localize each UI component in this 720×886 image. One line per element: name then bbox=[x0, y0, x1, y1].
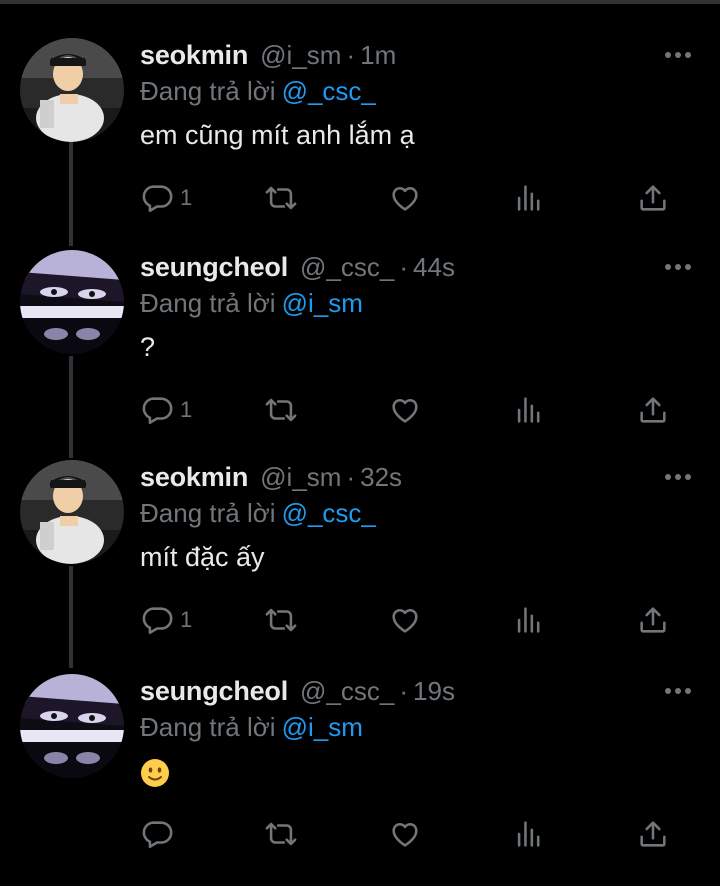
retweet-icon bbox=[265, 398, 297, 422]
author-name[interactable]: seokmin bbox=[140, 462, 248, 493]
tweet-header: seungcheol @_csc_ · 44s bbox=[140, 252, 455, 286]
retweet-icon bbox=[265, 608, 297, 632]
more-icon[interactable] bbox=[664, 684, 692, 696]
like-button[interactable] bbox=[388, 390, 422, 430]
tweet-actions: 1 bbox=[140, 178, 680, 218]
author-handle[interactable]: @_csc_ bbox=[300, 676, 394, 707]
share-button[interactable] bbox=[636, 814, 670, 854]
separator-dot: · bbox=[346, 40, 356, 70]
share-icon bbox=[640, 607, 666, 633]
views-button[interactable] bbox=[512, 814, 546, 854]
like-button[interactable] bbox=[388, 814, 422, 854]
reply-button[interactable] bbox=[140, 814, 180, 854]
views-button[interactable] bbox=[512, 178, 546, 218]
retweet-button[interactable] bbox=[264, 814, 298, 854]
share-button[interactable] bbox=[636, 390, 670, 430]
tweet[interactable]: seokmin @i_sm · 1m Đang trả lời @_csc_ em… bbox=[0, 38, 720, 250]
separator-dot: · bbox=[399, 252, 409, 282]
views-button[interactable] bbox=[512, 390, 546, 430]
author-name[interactable]: seungcheol bbox=[140, 676, 288, 707]
author-handle[interactable]: @_csc_ bbox=[300, 252, 394, 283]
retweet-button[interactable] bbox=[264, 390, 298, 430]
heart-icon bbox=[392, 822, 418, 847]
tweet-text: ? bbox=[140, 332, 156, 362]
seokmin-avatar[interactable] bbox=[20, 38, 124, 142]
retweet-button[interactable] bbox=[264, 178, 298, 218]
replying-to-label: Đang trả lời bbox=[140, 288, 276, 318]
replying-to: Đang trả lời @_csc_ bbox=[140, 76, 376, 107]
retweet-icon bbox=[265, 822, 297, 846]
reply-button[interactable]: 1 bbox=[140, 178, 192, 218]
reply-mention-link[interactable]: @i_sm bbox=[282, 288, 363, 318]
seokmin-avatar[interactable] bbox=[20, 460, 124, 564]
tweet-header: seokmin @i_sm · 1m bbox=[140, 40, 396, 74]
replying-to: Đang trả lời @i_sm bbox=[140, 712, 363, 743]
views-button[interactable] bbox=[512, 600, 546, 640]
share-icon bbox=[640, 821, 666, 847]
retweet-icon bbox=[265, 186, 297, 210]
timestamp[interactable]: 1m bbox=[360, 40, 396, 71]
replying-to-label: Đang trả lời bbox=[140, 712, 276, 742]
heart-icon bbox=[392, 398, 418, 423]
views-icon bbox=[517, 397, 540, 423]
seungcheol-avatar[interactable] bbox=[20, 674, 124, 778]
tweet-text: em cũng mít anh lắm ạ bbox=[140, 120, 415, 150]
share-button[interactable] bbox=[636, 178, 670, 218]
reply-icon bbox=[142, 185, 173, 213]
reply-icon bbox=[142, 821, 173, 849]
reply-mention-link[interactable]: @_csc_ bbox=[282, 76, 376, 106]
author-name[interactable]: seungcheol bbox=[140, 252, 288, 283]
tweet-actions bbox=[140, 814, 680, 854]
author-handle[interactable]: @i_sm bbox=[260, 462, 341, 493]
timestamp[interactable]: 44s bbox=[413, 252, 455, 283]
more-icon[interactable] bbox=[664, 48, 692, 60]
heart-icon bbox=[392, 186, 418, 211]
tweet-text: mít đặc ấy bbox=[140, 542, 265, 572]
reply-button[interactable]: 1 bbox=[140, 390, 192, 430]
seungcheol-avatar[interactable] bbox=[20, 250, 124, 354]
replying-to: Đang trả lời @_csc_ bbox=[140, 498, 376, 529]
views-icon bbox=[517, 607, 540, 633]
share-button[interactable] bbox=[636, 600, 670, 640]
tweet-actions: 1 bbox=[140, 600, 680, 640]
share-icon bbox=[640, 185, 666, 211]
tweet[interactable]: seungcheol @_csc_ · 44s Đang trả lời @i_s… bbox=[0, 250, 720, 462]
like-button[interactable] bbox=[388, 178, 422, 218]
reply-icon bbox=[142, 397, 173, 425]
share-icon bbox=[640, 397, 666, 423]
replying-to-label: Đang trả lời bbox=[140, 498, 276, 528]
views-icon bbox=[517, 821, 540, 847]
reply-button[interactable]: 1 bbox=[140, 600, 192, 640]
retweet-button[interactable] bbox=[264, 600, 298, 640]
views-icon bbox=[517, 185, 540, 211]
reply-thread: seokmin @i_sm · 1m Đang trả lời @_csc_ em… bbox=[0, 0, 720, 866]
timestamp[interactable]: 32s bbox=[360, 462, 402, 493]
reply-mention-link[interactable]: @i_sm bbox=[282, 712, 363, 742]
timestamp[interactable]: 19s bbox=[413, 676, 455, 707]
tweet[interactable]: seungcheol @_csc_ · 19s Đang trả lời @i_s… bbox=[0, 674, 720, 886]
reply-count: 1 bbox=[180, 185, 193, 210]
reply-mention-link[interactable]: @_csc_ bbox=[282, 498, 376, 528]
more-icon[interactable] bbox=[664, 470, 692, 482]
slightly-smiling-face-emoji bbox=[141, 758, 169, 787]
like-button[interactable] bbox=[388, 600, 422, 640]
separator-dot: · bbox=[399, 676, 409, 706]
author-handle[interactable]: @i_sm bbox=[260, 40, 341, 71]
more-icon[interactable] bbox=[664, 260, 692, 272]
reply-icon bbox=[142, 607, 173, 635]
reply-count: 1 bbox=[180, 607, 193, 632]
tweet[interactable]: seokmin @i_sm · 32s Đang trả lời @_csc_ m… bbox=[0, 460, 720, 672]
tweet-header: seokmin @i_sm · 32s bbox=[140, 462, 402, 496]
heart-icon bbox=[392, 608, 418, 633]
author-name[interactable]: seokmin bbox=[140, 40, 248, 71]
separator-dot: · bbox=[346, 462, 356, 492]
tweet-header: seungcheol @_csc_ · 19s bbox=[140, 676, 455, 710]
replying-to-label: Đang trả lời bbox=[140, 76, 276, 106]
replying-to: Đang trả lời @i_sm bbox=[140, 288, 363, 319]
reply-count: 1 bbox=[180, 397, 193, 422]
tweet-text bbox=[140, 756, 170, 788]
tweet-actions: 1 bbox=[140, 390, 680, 430]
